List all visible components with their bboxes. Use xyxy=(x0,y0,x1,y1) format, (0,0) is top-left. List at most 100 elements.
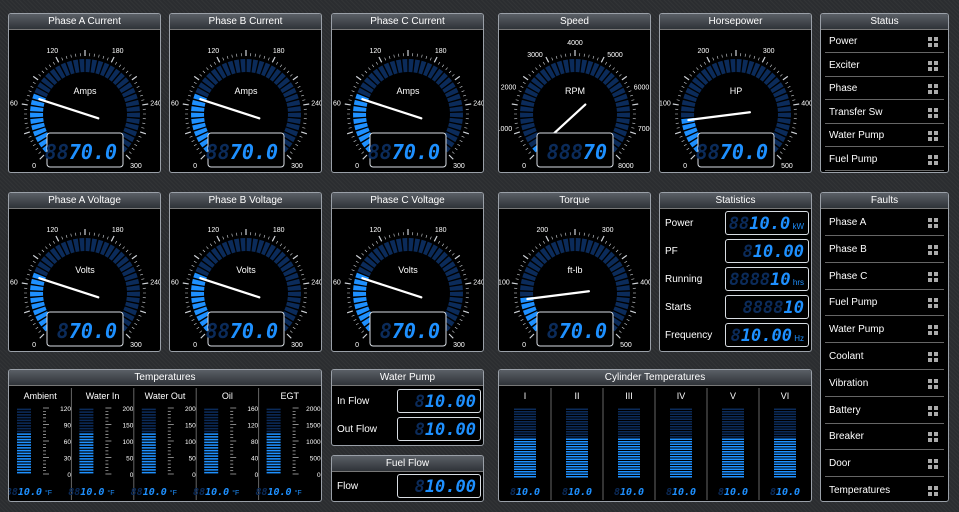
gauge-needle xyxy=(526,290,590,301)
gauge-tick xyxy=(624,260,628,263)
gauge-tick xyxy=(292,254,299,260)
fault-item[interactable]: Phase C xyxy=(825,264,944,290)
temperature-bar-segment xyxy=(266,425,281,427)
readout-ghost-digits: 88 xyxy=(68,487,80,498)
gauge-tick xyxy=(792,99,796,101)
gauge-tick xyxy=(131,254,138,260)
gauge-tick xyxy=(776,70,780,74)
temperature-bar-segment xyxy=(17,449,31,452)
gauge-needle xyxy=(361,98,423,120)
fault-item[interactable]: Door xyxy=(825,451,944,478)
status-item[interactable]: Phase xyxy=(825,78,944,101)
gauge-tick xyxy=(515,306,519,308)
temperature-bar-segment xyxy=(79,416,94,419)
gauge-tick xyxy=(459,319,463,321)
gauge-tick xyxy=(433,56,438,63)
gauge-tick xyxy=(520,86,524,88)
gauge-tick xyxy=(621,147,625,151)
gauge-tick xyxy=(271,235,276,242)
gauge-tick-label: 60 xyxy=(333,101,341,108)
temperature-bar-segment xyxy=(79,436,94,438)
gauge-tick-label: 200 xyxy=(536,227,548,234)
fault-item[interactable]: Temperatures xyxy=(825,478,944,501)
cylinder-bar-segment xyxy=(514,473,536,475)
gauge-tick xyxy=(464,278,468,280)
gauge-tick xyxy=(457,81,461,84)
gauge-tick xyxy=(141,127,145,129)
gauge-tick xyxy=(131,75,138,81)
cylinder-bar-segment xyxy=(566,426,588,428)
gauge-tick xyxy=(632,103,639,106)
status-item[interactable]: Water Pump xyxy=(825,125,944,148)
status-item[interactable]: Fuel Pump xyxy=(825,149,944,171)
phase-a-current-gauge: 0 60 120 180 240 300 Amps 8870.0 xyxy=(10,48,160,170)
fault-item[interactable]: Phase B xyxy=(825,237,944,263)
gauge-tick-label: 120 xyxy=(369,227,381,234)
temperature-bar-segment xyxy=(17,460,31,463)
fault-item[interactable]: Water Pump xyxy=(825,317,944,344)
fault-item[interactable]: Fuel Pump xyxy=(825,290,944,317)
gauge-tick-label: 4000 xyxy=(567,40,583,47)
readout-value: 10.0 xyxy=(80,487,104,498)
cylinder-bar-segment xyxy=(774,448,796,450)
cylinder-bar-segment xyxy=(618,426,640,428)
gauge-bar-segment xyxy=(287,296,301,303)
gauge-tick xyxy=(683,75,690,81)
temperature-bar-segment xyxy=(79,460,94,463)
gauge-tick xyxy=(26,94,30,97)
scale-label: 0 xyxy=(67,472,71,479)
gauge-tick xyxy=(344,103,351,106)
fault-item[interactable]: Phase A xyxy=(825,210,944,236)
fault-item[interactable]: Breaker xyxy=(825,424,944,451)
gauge-tick xyxy=(118,243,122,247)
temperature-bar-segment xyxy=(266,449,281,452)
gauge-tick xyxy=(98,54,100,58)
gauge-tick xyxy=(528,253,532,256)
gauge-tick xyxy=(628,269,632,272)
status-item[interactable]: Transfer Sw xyxy=(825,102,944,124)
gauge-tick xyxy=(375,61,378,65)
temperature-bar-segment xyxy=(79,469,94,471)
temperature-bar-segment xyxy=(204,419,219,422)
temperature-bar-segment xyxy=(204,425,219,427)
fault-item[interactable]: Battery xyxy=(825,398,944,424)
panel-title: Temperatures xyxy=(9,370,321,386)
gauge-tick xyxy=(588,233,590,237)
gauge-tick xyxy=(631,306,635,308)
status-item[interactable]: Exciter xyxy=(825,55,944,77)
gauge-tick-label: 60 xyxy=(333,280,341,287)
cylinder-bar-segment xyxy=(618,453,640,455)
temperature-bar-segment xyxy=(266,460,281,463)
gauge-tick xyxy=(600,56,605,63)
gauge-tick xyxy=(454,75,461,81)
gauge-tick xyxy=(199,253,203,256)
temperature-bar-segment xyxy=(266,422,281,424)
gauge-tick xyxy=(624,144,628,147)
grid-icon xyxy=(928,325,938,336)
gauge-tick xyxy=(384,236,387,240)
fault-item[interactable]: Vibration xyxy=(825,371,944,397)
gauge-tick xyxy=(289,74,293,77)
cylinder-bar-segment xyxy=(566,438,588,440)
cylinder-bar-segment xyxy=(514,453,536,455)
cylinder-bar-segment xyxy=(566,471,588,473)
gauge-tick-label: 400 xyxy=(801,101,811,108)
gauge-tick xyxy=(520,140,524,142)
gauge-tick xyxy=(200,333,206,339)
temperature-bar-segment xyxy=(204,441,219,444)
gauge-tick-label: 120 xyxy=(207,227,219,234)
fault-item[interactable]: Coolant xyxy=(825,344,944,370)
cylinder-bar-segment xyxy=(774,458,796,460)
gauge-bar-segment xyxy=(79,238,85,252)
cylinder-bar-segment xyxy=(722,416,744,418)
scale-label: 200 xyxy=(123,406,134,413)
gauge-readout: 88870 xyxy=(547,140,607,164)
temperature-bar-segment xyxy=(266,416,281,419)
cylinder-bar-segment xyxy=(566,416,588,418)
readout-value: 10.0 xyxy=(268,487,292,498)
gauge-tick xyxy=(26,273,30,276)
gauge-tick xyxy=(522,81,526,84)
gauge-bar-segment xyxy=(575,238,581,252)
gauge-tick xyxy=(631,278,635,280)
status-item[interactable]: Power xyxy=(825,31,944,53)
